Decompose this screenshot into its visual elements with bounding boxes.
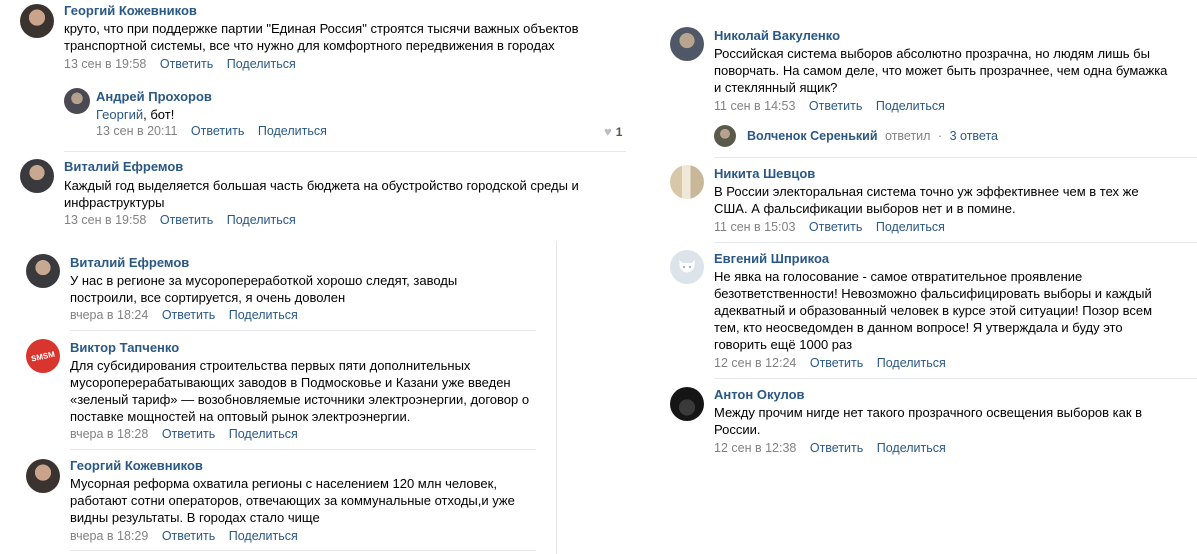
comment-meta: 13 сен в 19:58 Ответить Поделиться bbox=[64, 213, 306, 227]
left-bottom-panel: Виталий Ефремов У нас в регионе за мусор… bbox=[8, 241, 557, 554]
reply-button[interactable]: Ответить bbox=[809, 99, 862, 113]
avatar[interactable] bbox=[670, 165, 704, 199]
avatar[interactable] bbox=[20, 159, 54, 193]
author-name[interactable]: Волченок Серенький bbox=[747, 129, 878, 143]
author-name[interactable]: Георгий Кожевников bbox=[70, 458, 203, 473]
author-name[interactable]: Виталий Ефремов bbox=[64, 159, 183, 174]
avatar[interactable] bbox=[64, 88, 90, 114]
separator bbox=[714, 378, 1197, 379]
heart-icon: ♥ bbox=[604, 124, 612, 139]
comment-meta: 12 сен в 12:24 Ответить Поделиться bbox=[714, 356, 956, 370]
show-replies-link[interactable]: 3 ответа bbox=[950, 129, 998, 143]
share-button[interactable]: Поделиться bbox=[877, 441, 946, 455]
comment-date[interactable]: 13 сен в 19:58 bbox=[64, 57, 146, 71]
comment-date[interactable]: вчера в 18:28 bbox=[70, 427, 148, 441]
comment-text: Для субсидирования строительства первых … bbox=[70, 358, 530, 424]
replies-thread[interactable]: Волченок Серенький ответил · 3 ответа bbox=[747, 129, 998, 143]
avatar[interactable] bbox=[670, 27, 704, 61]
author-name[interactable]: Евгений Шприкоа bbox=[714, 251, 829, 266]
comment-text: Не явка на голосование - самое отвратите… bbox=[714, 269, 1153, 352]
reply-button[interactable]: Ответить bbox=[162, 308, 215, 322]
reply-to-link[interactable]: Георгий bbox=[96, 107, 143, 122]
comment-text: Российская система выборов абсолютно про… bbox=[714, 46, 1168, 95]
share-button[interactable]: Поделиться bbox=[229, 529, 298, 543]
share-button[interactable]: Поделиться bbox=[227, 57, 296, 71]
comment-meta: 13 сен в 19:58 Ответить Поделиться bbox=[64, 57, 306, 71]
comment-text: круто, что при поддержке партии "Единая … bbox=[64, 21, 579, 53]
comment-text: Георгий, бот! bbox=[96, 107, 175, 122]
separator bbox=[64, 151, 626, 152]
comment-date[interactable]: 12 сен в 12:24 bbox=[714, 356, 796, 370]
comment-meta: 13 сен в 20:11 Ответить Поделиться bbox=[96, 124, 337, 138]
comment-text: Между прочим нигде нет такого прозрачног… bbox=[714, 405, 1143, 437]
comment-meta: 12 сен в 12:38 Ответить Поделиться bbox=[714, 441, 956, 455]
comment-meta: вчера в 18:24 Ответить Поделиться bbox=[70, 308, 308, 322]
avatar[interactable] bbox=[670, 387, 704, 421]
share-button[interactable]: Поделиться bbox=[877, 356, 946, 370]
comment-meta: вчера в 18:28 Ответить Поделиться bbox=[70, 427, 308, 441]
share-button[interactable]: Поделиться bbox=[227, 213, 296, 227]
comment-date[interactable]: вчера в 18:29 bbox=[70, 529, 148, 543]
right-panel: Николай Вакуленко Российская система выб… bbox=[651, 16, 1197, 466]
comment-meta: 11 сен в 14:53 Ответить Поделиться bbox=[714, 99, 955, 113]
reply-button[interactable]: Ответить bbox=[160, 57, 213, 71]
avatar[interactable]: SMSM bbox=[26, 339, 60, 373]
share-button[interactable]: Поделиться bbox=[876, 220, 945, 234]
separator bbox=[714, 157, 1197, 158]
comment-date[interactable]: 11 сен в 15:03 bbox=[714, 220, 795, 234]
avatar[interactable] bbox=[26, 254, 60, 288]
avatar[interactable] bbox=[26, 459, 60, 493]
reply-button[interactable]: Ответить bbox=[810, 441, 863, 455]
reply-button[interactable]: Ответить bbox=[162, 529, 215, 543]
comment-date[interactable]: 12 сен в 12:38 bbox=[714, 441, 796, 455]
left-top-panel: Георгий Кожевников круто, что при поддер… bbox=[0, 0, 628, 236]
comment-date[interactable]: вчера в 18:24 bbox=[70, 308, 148, 322]
like-button[interactable]: ♥ 1 bbox=[604, 124, 622, 139]
comment-date[interactable]: 11 сен в 14:53 bbox=[714, 99, 795, 113]
share-button[interactable]: Поделиться bbox=[876, 99, 945, 113]
avatar-logo: SMSM bbox=[30, 349, 56, 363]
reply-button[interactable]: Ответить bbox=[162, 427, 215, 441]
author-name[interactable]: Никита Шевцов bbox=[714, 166, 815, 181]
comment-text: У нас в регионе за мусоропереработкой хо… bbox=[70, 273, 458, 305]
author-name[interactable]: Георгий Кожевников bbox=[64, 3, 197, 18]
author-name[interactable]: Николай Вакуленко bbox=[714, 28, 840, 43]
comment-meta: вчера в 18:29 Ответить Поделиться bbox=[70, 529, 308, 543]
comment-text: Каждый год выделяется большая часть бюдж… bbox=[64, 178, 579, 210]
author-name[interactable]: Андрей Прохоров bbox=[96, 89, 212, 104]
default-avatar-icon bbox=[679, 260, 695, 273]
comment-text: Мусорная реформа охватила регионы с насе… bbox=[70, 476, 515, 525]
separator bbox=[714, 242, 1197, 243]
avatar[interactable] bbox=[20, 4, 54, 38]
comment-date[interactable]: 13 сен в 19:58 bbox=[64, 213, 146, 227]
comment-meta: 11 сен в 15:03 Ответить Поделиться bbox=[714, 220, 955, 234]
reply-button[interactable]: Ответить bbox=[191, 124, 244, 138]
reply-button[interactable]: Ответить bbox=[810, 356, 863, 370]
author-name[interactable]: Виктор Тапченко bbox=[70, 340, 179, 355]
comment-date[interactable]: 13 сен в 20:11 bbox=[96, 124, 177, 138]
separator bbox=[70, 449, 536, 450]
reply-button[interactable]: Ответить bbox=[809, 220, 862, 234]
comment-text: В России электоральная система точно уж … bbox=[714, 184, 1139, 216]
separator bbox=[70, 330, 536, 331]
separator bbox=[70, 550, 536, 551]
author-name[interactable]: Виталий Ефремов bbox=[70, 255, 189, 270]
author-name[interactable]: Антон Окулов bbox=[714, 387, 805, 402]
share-button[interactable]: Поделиться bbox=[258, 124, 327, 138]
share-button[interactable]: Поделиться bbox=[229, 308, 298, 322]
avatar[interactable] bbox=[670, 250, 704, 284]
reply-button[interactable]: Ответить bbox=[160, 213, 213, 227]
share-button[interactable]: Поделиться bbox=[229, 427, 298, 441]
avatar[interactable] bbox=[714, 125, 736, 147]
